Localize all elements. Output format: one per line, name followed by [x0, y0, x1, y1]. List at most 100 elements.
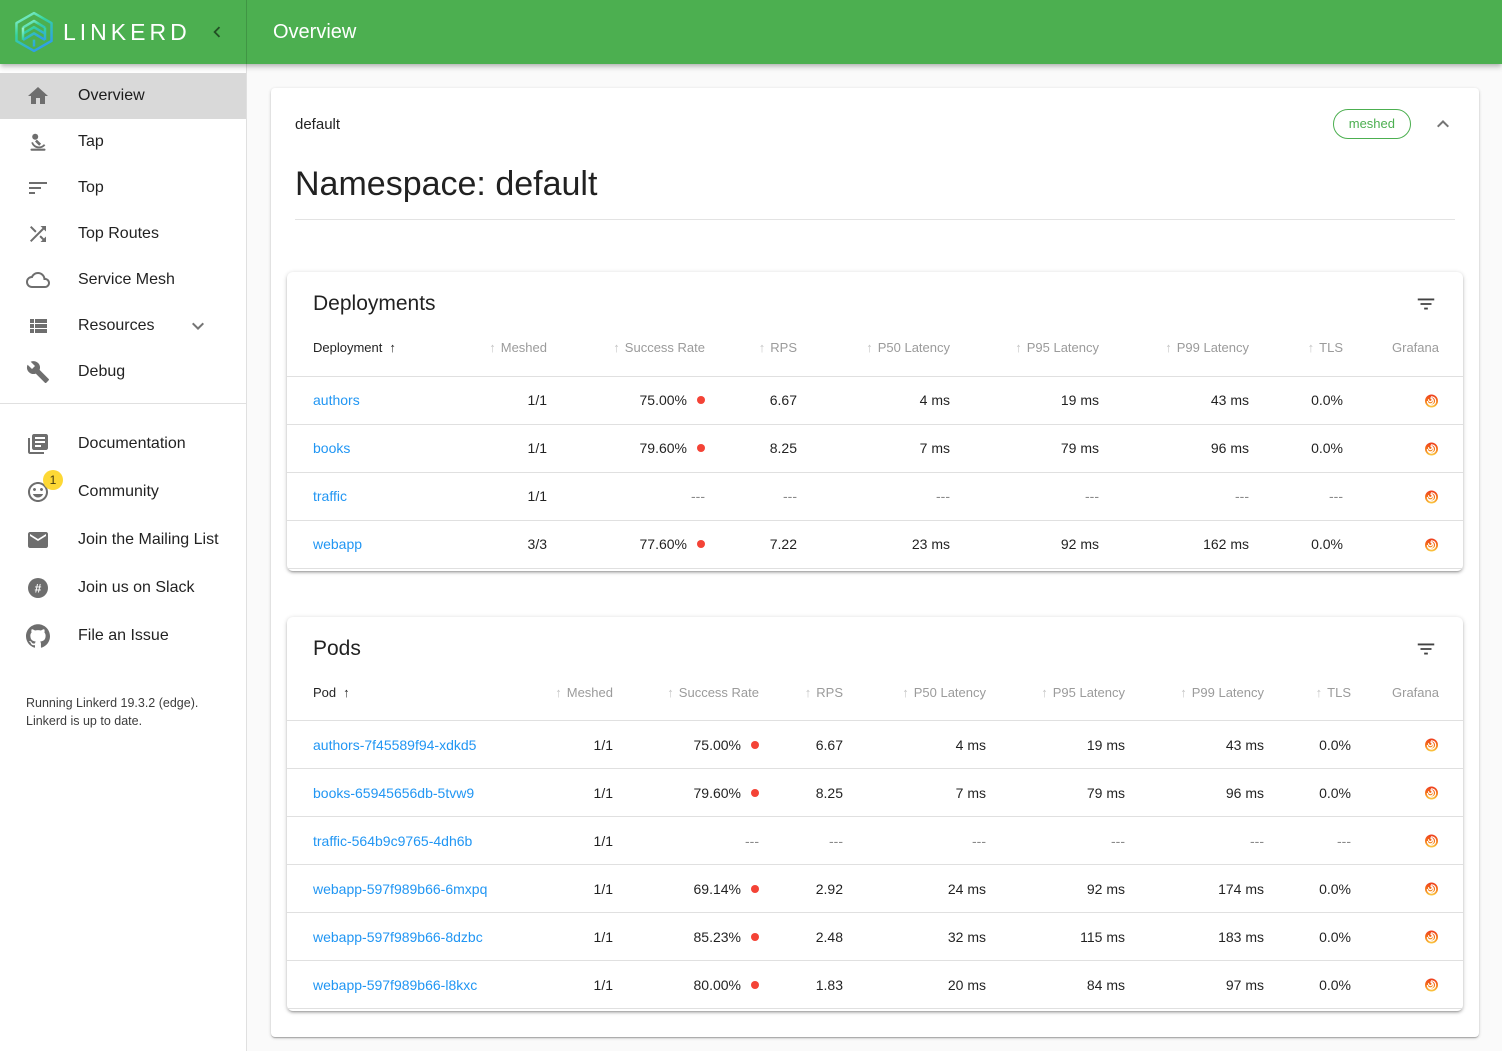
sidebar-item-tap[interactable]: Tap: [0, 119, 246, 165]
sort-header-meshed[interactable]: ↑Meshed: [489, 340, 547, 355]
sort-header-tls[interactable]: ↑TLS: [1308, 340, 1343, 355]
cell-name: webapp-597f989b66-8dzbc: [287, 913, 519, 961]
filter-icon[interactable]: [1415, 293, 1437, 315]
pods-table: Pod↑ ↑Meshed ↑Success Rate ↑RPS ↑P50 Latency…: [287, 665, 1463, 1010]
sidebar-item-debug[interactable]: Debug: [0, 349, 246, 395]
cell-success-rate: 80.00%: [613, 961, 759, 1009]
cell-p99-latency: 96 ms: [1099, 424, 1249, 472]
sidebar-item-file-an-issue[interactable]: File an Issue: [0, 612, 246, 660]
cell-name: webapp-597f989b66-l8kxc: [287, 961, 519, 1009]
home-icon: [26, 84, 50, 108]
sidebar-item-top-routes[interactable]: Top Routes: [0, 211, 246, 257]
filter-icon[interactable]: [1415, 638, 1437, 660]
cell-p95-latency: 19 ms: [986, 721, 1125, 769]
sort-arrow-up-icon: ↑: [613, 340, 620, 355]
wrench-icon: [26, 360, 50, 384]
pod-link[interactable]: authors-7f45589f94-xdkd5: [313, 737, 476, 753]
tap-icon: [26, 130, 50, 154]
grafana-icon: [1424, 487, 1439, 503]
deployment-link[interactable]: authors: [313, 392, 360, 408]
sort-header-p95-latency[interactable]: ↑P95 Latency: [1041, 685, 1125, 700]
cell-success-rate: 69.14%: [613, 865, 759, 913]
sort-header-rps[interactable]: ↑RPS: [805, 685, 843, 700]
grafana-icon: [1424, 880, 1439, 896]
sidebar-item-service-mesh[interactable]: Service Mesh: [0, 257, 246, 303]
sort-header-pod[interactable]: Pod↑: [313, 685, 350, 700]
sidebar-item-label: Top: [78, 179, 104, 197]
sort-arrow-up-icon: ↑: [1041, 685, 1048, 700]
grafana-icon: [1424, 832, 1439, 848]
sort-header-p95-latency[interactable]: ↑P95 Latency: [1015, 340, 1099, 355]
grafana-link[interactable]: [1424, 784, 1439, 801]
sort-header-success-rate[interactable]: ↑Success Rate: [667, 685, 759, 700]
deployment-link[interactable]: books: [313, 440, 350, 456]
cell-name: authors: [287, 376, 453, 424]
sidebar-item-overview[interactable]: Overview: [0, 73, 246, 119]
grafana-link[interactable]: [1424, 832, 1439, 849]
cell-p50-latency: 4 ms: [843, 721, 986, 769]
cell-grafana: [1351, 721, 1463, 769]
sort-header-rps[interactable]: ↑RPS: [759, 340, 797, 355]
cell-p99-latency: 43 ms: [1125, 721, 1264, 769]
sidebar-item-label: File an Issue: [78, 627, 169, 645]
pod-link[interactable]: webapp-597f989b66-6mxpq: [313, 881, 487, 897]
cell-meshed: 1/1: [453, 424, 547, 472]
deployment-link[interactable]: webapp: [313, 536, 362, 552]
grafana-link[interactable]: [1424, 736, 1439, 753]
grafana-link[interactable]: [1424, 928, 1439, 945]
cell-tls: 0.0%: [1264, 721, 1351, 769]
sidebar-divider: [0, 403, 246, 404]
cell-p95-latency: 79 ms: [986, 769, 1125, 817]
cell-p50-latency: 23 ms: [797, 520, 950, 568]
sort-header-p99-latency[interactable]: ↑P99 Latency: [1180, 685, 1264, 700]
sort-header-success-rate[interactable]: ↑Success Rate: [613, 340, 705, 355]
namespace-title: Namespace: default: [295, 164, 1455, 204]
cell-tls: 0.0%: [1249, 376, 1343, 424]
sort-header-meshed[interactable]: ↑Meshed: [555, 685, 613, 700]
grafana-link[interactable]: [1424, 391, 1439, 408]
cell-p99-latency: 96 ms: [1125, 769, 1264, 817]
sidebar-item-documentation[interactable]: Documentation: [0, 420, 246, 468]
cell-rps: ---: [705, 472, 797, 520]
sidebar-item-join-us-on-slack[interactable]: # Join us on Slack: [0, 564, 246, 612]
sort-arrow-up-icon: ↑: [1316, 685, 1323, 700]
cell-meshed: 1/1: [453, 472, 547, 520]
cell-p50-latency: 20 ms: [843, 961, 986, 1009]
cell-p99-latency: ---: [1125, 817, 1264, 865]
pod-link[interactable]: webapp-597f989b66-l8kxc: [313, 977, 477, 993]
sort-header-tls[interactable]: ↑TLS: [1316, 685, 1351, 700]
cell-success-rate: 85.23%: [613, 913, 759, 961]
grafana-link[interactable]: [1424, 439, 1439, 456]
cell-name: books: [287, 424, 453, 472]
cell-grafana: [1351, 961, 1463, 1009]
cell-grafana: [1351, 913, 1463, 961]
grafana-link[interactable]: [1424, 535, 1439, 552]
sort-header-p50-latency[interactable]: ↑P50 Latency: [902, 685, 986, 700]
sidebar-item-top[interactable]: Top: [0, 165, 246, 211]
grafana-link[interactable]: [1424, 880, 1439, 897]
sidebar-collapse-button[interactable]: [206, 21, 228, 43]
grafana-link[interactable]: [1424, 976, 1439, 993]
cell-p99-latency: 162 ms: [1099, 520, 1249, 568]
cell-p50-latency: 7 ms: [797, 424, 950, 472]
sort-header-p99-latency[interactable]: ↑P99 Latency: [1165, 340, 1249, 355]
sidebar-item-label: Tap: [78, 133, 104, 151]
cell-tls: 0.0%: [1264, 769, 1351, 817]
pod-link[interactable]: traffic-564b9c9765-4dh6b: [313, 833, 472, 849]
pod-link[interactable]: webapp-597f989b66-8dzbc: [313, 929, 483, 945]
pod-link[interactable]: books-65945656db-5tvw9: [313, 785, 474, 801]
cell-name: traffic-564b9c9765-4dh6b: [287, 817, 519, 865]
collapse-panel-button[interactable]: [1431, 112, 1455, 136]
sidebar-item-label: Top Routes: [78, 225, 159, 243]
sort-header-p50-latency[interactable]: ↑P50 Latency: [866, 340, 950, 355]
grafana-link[interactable]: [1424, 487, 1439, 504]
sidebar-item-join-the-mailing-list[interactable]: Join the Mailing List: [0, 516, 246, 564]
cell-meshed: 1/1: [519, 817, 613, 865]
sidebar-item-resources[interactable]: Resources: [0, 303, 246, 349]
sidebar-item-community[interactable]: 1 Community: [0, 468, 246, 516]
sort-header-deployment[interactable]: Deployment↑: [313, 340, 396, 355]
cell-grafana: [1343, 520, 1463, 568]
cell-p99-latency: 97 ms: [1125, 961, 1264, 1009]
deployment-link[interactable]: traffic: [313, 488, 347, 504]
cloud-icon: [26, 268, 50, 292]
